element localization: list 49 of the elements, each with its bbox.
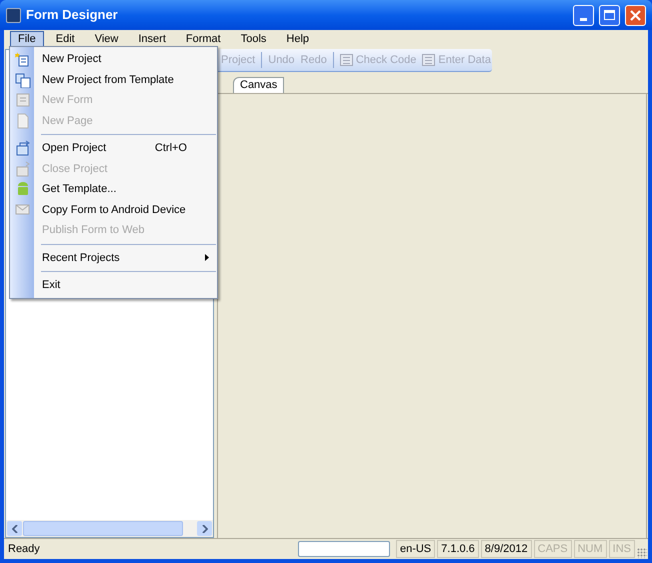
grid-icon bbox=[422, 54, 436, 66]
status-panel: CAPS bbox=[534, 540, 572, 558]
app-icon bbox=[6, 8, 21, 22]
menu-entry[interactable]: New Project from Template bbox=[42, 72, 209, 88]
page-icon bbox=[15, 112, 31, 128]
menu-item[interactable]: Tools bbox=[232, 31, 274, 48]
menu-entry: New Page bbox=[42, 114, 94, 128]
resize-grip-icon[interactable] bbox=[637, 548, 647, 558]
scroll-right-button[interactable] bbox=[197, 521, 212, 536]
menu-entry[interactable]: New Project bbox=[42, 51, 209, 68]
menu-entry: Publish Form to Web bbox=[42, 223, 146, 238]
horizontal-scrollbar[interactable] bbox=[6, 520, 213, 537]
new-project-icon bbox=[15, 51, 31, 67]
menu-entry[interactable]: Recent Projects bbox=[42, 250, 209, 266]
close-icon bbox=[630, 10, 641, 20]
menu-entry: Close Project bbox=[42, 162, 108, 176]
status-panel: en-US bbox=[396, 540, 436, 558]
menu-entry[interactable]: Exit bbox=[42, 277, 209, 294]
menu-entry: New Form bbox=[42, 93, 94, 108]
close-folder-icon bbox=[15, 160, 31, 176]
scroll-left-button[interactable] bbox=[7, 521, 22, 536]
status-panel: NUM bbox=[574, 540, 607, 558]
status-panel: 8/9/2012 bbox=[480, 540, 532, 558]
open-folder-icon bbox=[15, 140, 31, 156]
copy-pages-icon bbox=[15, 72, 31, 88]
status-panel: INS bbox=[608, 540, 635, 558]
menu-item[interactable]: Help bbox=[278, 31, 318, 48]
status-input-field[interactable] bbox=[298, 541, 390, 557]
status-panel: 7.1.0.6 bbox=[437, 540, 479, 558]
close-button[interactable] bbox=[625, 4, 646, 26]
scroll-thumb[interactable] bbox=[23, 521, 183, 536]
android-icon bbox=[15, 181, 31, 197]
menu-item[interactable]: Insert bbox=[130, 31, 174, 48]
minimize-button[interactable] bbox=[573, 4, 594, 26]
menu-entry[interactable]: Copy Form to Android Device bbox=[42, 202, 209, 218]
form-icon bbox=[15, 92, 31, 108]
status-text: Ready bbox=[7, 542, 40, 557]
canvas-tab[interactable]: Canvas bbox=[233, 77, 284, 93]
shortcut-label: Ctrl+O bbox=[154, 141, 187, 156]
window-title: Form Designer bbox=[26, 6, 118, 24]
list-icon bbox=[340, 54, 353, 66]
maximize-button[interactable] bbox=[599, 4, 620, 26]
menu-item[interactable]: View bbox=[86, 31, 126, 48]
menu-item[interactable]: Format bbox=[178, 31, 229, 48]
menu-entry[interactable]: Get Template... bbox=[42, 181, 209, 198]
submenu-arrow-icon bbox=[205, 254, 209, 262]
menu-entry[interactable]: Open Project Ctrl+O bbox=[42, 140, 209, 156]
envelope-icon bbox=[15, 202, 31, 218]
menu-item[interactable]: Edit bbox=[48, 31, 83, 48]
